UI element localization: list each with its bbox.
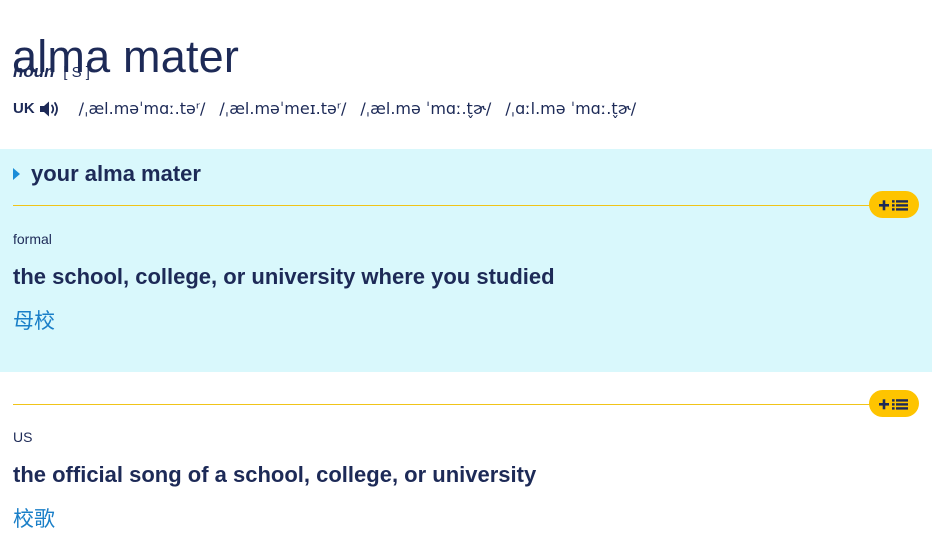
speaker-icon[interactable] [39, 99, 61, 119]
pronunciation-line: UK /ˌæl.məˈmɑː.təʳ/ /ˌæl.məˈmeɪ.təʳ/ /ˌæ… [13, 98, 650, 120]
add-to-wordlist-button[interactable] [869, 191, 919, 218]
caret-right-icon [13, 168, 20, 180]
usage-label: US [13, 429, 33, 445]
pronunciation-3: /ˌæl.mə ˈmɑː.t̬ɚ/ [360, 99, 492, 118]
pronunciation-4: /ˌɑːl.mə ˈmɑː.t̬ɚ/ [505, 99, 637, 118]
guideword: your alma mater [13, 161, 201, 187]
translation-text: 校歌 [13, 507, 55, 531]
dictionary-entry: alma mater noun [ S ] UK /ˌæl.məˈmɑː.təʳ… [0, 0, 940, 560]
sense-block-1: your alma mater formal the school, colle… [0, 149, 932, 372]
grammar-code: [ S ] [63, 64, 90, 81]
add-to-wordlist-button[interactable] [869, 390, 919, 417]
pronunciation-1: /ˌæl.məˈmɑː.təʳ/ [78, 99, 206, 118]
plus-list-icon [879, 199, 908, 211]
definition-text: the school, college, or university where… [13, 264, 555, 289]
guideword-text: your alma mater [31, 161, 201, 186]
plus-list-icon [879, 398, 908, 410]
region-label: UK [13, 100, 35, 117]
part-of-speech: noun [13, 62, 55, 81]
translation-text: 母校 [13, 309, 55, 333]
pronunciation-2: /ˌæl.məˈmeɪ.təʳ/ [219, 99, 347, 118]
sense-divider [13, 404, 871, 405]
definition-text: the official song of a school, college, … [13, 462, 537, 487]
sense-divider [13, 205, 871, 206]
usage-label: formal [13, 231, 52, 247]
part-of-speech-line: noun [ S ] [13, 62, 90, 83]
